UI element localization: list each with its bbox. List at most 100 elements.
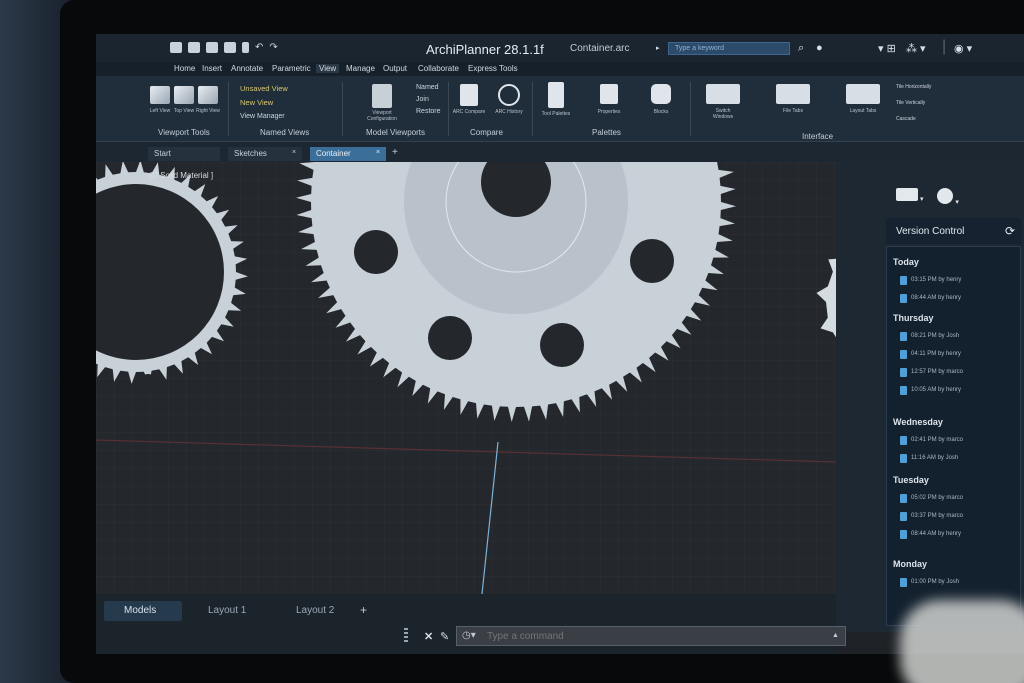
caret-right-icon[interactable]: ▸ — [656, 44, 660, 52]
cart-icon[interactable]: ▾ ⊞ — [878, 42, 896, 55]
file-name: Container.arc — [570, 43, 630, 54]
command-history-icon[interactable]: ▲ — [832, 632, 839, 639]
search-input[interactable]: Type a keyword — [668, 42, 790, 55]
layout-tab-layout-2[interactable]: Layout 2 — [282, 601, 362, 621]
foreground-cup — [900, 600, 1024, 683]
small-gear-hole — [140, 374, 156, 390]
switch-windows-button[interactable] — [706, 84, 740, 104]
tab-home[interactable]: Home — [174, 64, 195, 73]
left-view-button[interactable] — [150, 86, 170, 104]
tab-start[interactable]: Start — [148, 147, 220, 161]
add-layout-icon[interactable]: + — [360, 603, 367, 617]
tab-express-tools[interactable]: Express Tools — [468, 64, 518, 73]
new-file-icon[interactable] — [170, 42, 182, 53]
view-manager-item[interactable]: View Manager — [240, 113, 285, 120]
version-entry[interactable]: 02:41 PM by marco — [899, 436, 963, 445]
visual-style-label[interactable]: [D Solid Material ] — [150, 171, 213, 180]
open-file-icon[interactable] — [188, 42, 200, 53]
large-gear-hole — [540, 323, 584, 367]
history-clock-icon[interactable] — [498, 84, 520, 106]
layout-tabs-button[interactable] — [846, 84, 880, 104]
title-bar: ↶ ↷ ArchiPlanner 28.1.1f Container.arc ▸… — [96, 34, 1024, 62]
undo-icon[interactable]: ↶ — [255, 42, 263, 53]
version-entry[interactable]: 12:57 PM by marco — [899, 368, 963, 377]
layers-icon[interactable]: ▾ — [896, 188, 923, 209]
large-gear-hole — [428, 316, 472, 360]
tab-annotate[interactable]: Annotate — [231, 64, 263, 73]
tab-manage[interactable]: Manage — [346, 64, 375, 73]
version-control-panel: ▾ ▾ Version Control ⟳ Today 03:15 PM by … — [836, 162, 1024, 632]
day-heading: Wednesday — [893, 417, 943, 427]
customize-icon[interactable]: ✎ — [440, 630, 449, 643]
restore-item[interactable]: Restore — [416, 108, 441, 115]
small-gear-hole — [178, 294, 194, 310]
version-entry[interactable]: 08:44 AM by henry — [899, 530, 961, 539]
search-icon[interactable]: ⌕ — [798, 42, 804, 55]
right-view-label: Right View — [196, 108, 220, 114]
tab-container[interactable]: Container — [310, 147, 386, 161]
tab-view[interactable]: View — [316, 64, 340, 73]
version-entry[interactable]: 11:16 AM by Josh — [899, 454, 958, 463]
network-icon[interactable]: ⁂ ▾ — [906, 42, 926, 55]
tab-insert[interactable]: Insert — [202, 64, 222, 73]
version-entry[interactable]: 08:44 AM by henry — [899, 294, 961, 303]
close-tab-icon[interactable]: × — [292, 149, 296, 156]
day-heading: Tuesday — [893, 475, 929, 485]
named-item[interactable]: Named — [416, 84, 439, 91]
version-entry[interactable]: 10:05 AM by henry — [899, 386, 961, 395]
properties-button[interactable] — [600, 84, 618, 104]
day-heading: Thursday — [893, 313, 934, 323]
viewport-configuration-button[interactable] — [372, 84, 392, 108]
save-icon[interactable] — [206, 42, 218, 53]
panel-toolbar: ▾ ▾ — [896, 188, 959, 209]
account-icon[interactable]: ▾ — [937, 188, 959, 209]
recent-commands-icon[interactable]: ◷▾ — [462, 630, 476, 641]
version-entry[interactable]: 04:11 PM by henry — [900, 350, 961, 359]
tab-sketches[interactable]: Sketches — [228, 147, 302, 161]
version-entry[interactable]: 05:02 PM by marco — [899, 494, 963, 503]
drawing-canvas[interactable]: [D Solid Material ] — [96, 162, 836, 594]
version-entry[interactable]: 03:15 PM by henry — [899, 276, 961, 285]
tile-vertically-item[interactable]: Tile Vertically — [896, 100, 925, 106]
share-icon[interactable] — [242, 42, 249, 53]
close-tab-icon[interactable]: × — [376, 149, 380, 156]
tool-palettes-button[interactable] — [548, 82, 564, 108]
help-icon[interactable]: ◉ ▾ — [954, 42, 972, 55]
file-tabs-button[interactable] — [776, 84, 810, 104]
tab-collaborate[interactable]: Collaborate — [418, 64, 459, 73]
command-line-grip[interactable] — [404, 628, 408, 644]
unsaved-view-item[interactable]: Unsaved View — [240, 84, 288, 93]
version-entry[interactable]: 01:00 PM by Josh — [899, 578, 959, 587]
version-entry[interactable]: 08:21 PM by Josh — [899, 332, 959, 341]
compare-label: Compare — [470, 128, 503, 137]
small-gear-hole — [178, 230, 194, 246]
refresh-icon[interactable]: ⟳ — [1005, 224, 1015, 238]
viewport-configuration-label: Viewport Configuration — [367, 110, 397, 122]
user-icon[interactable]: ● — [816, 42, 823, 54]
ribbon-tabs: Home Insert Annotate Parametric View Man… — [96, 62, 1024, 76]
close-command-icon[interactable]: ✕ — [424, 630, 433, 643]
version-control-title: Version Control — [896, 226, 965, 237]
command-input[interactable] — [456, 626, 846, 646]
tab-output[interactable]: Output — [383, 64, 407, 73]
new-view-item[interactable]: New View — [240, 98, 273, 107]
viewport-tools-label: Viewport Tools — [158, 128, 210, 137]
print-icon[interactable] — [224, 42, 236, 53]
top-view-button[interactable] — [174, 86, 194, 104]
tile-horizontally-item[interactable]: Tile Horizontally — [896, 84, 931, 90]
app-title: ArchiPlanner 28.1.1f — [426, 42, 544, 57]
layout-tab-models[interactable]: Models — [104, 601, 182, 621]
version-list: Today 03:15 PM by henry 08:44 AM by henr… — [886, 246, 1021, 626]
add-tab-icon[interactable]: + — [392, 147, 398, 158]
layout-tab-layout-1[interactable]: Layout 1 — [196, 601, 276, 621]
version-entry[interactable]: 03:37 PM by marco — [899, 512, 963, 521]
file-tabs-label: File Tabs — [783, 108, 803, 114]
redo-icon[interactable]: ↷ — [269, 42, 277, 53]
cascade-item[interactable]: Cascade — [896, 116, 916, 122]
quick-access-toolbar: ↶ ↷ — [170, 42, 278, 53]
right-view-button[interactable] — [198, 86, 218, 104]
arc-compare-button[interactable] — [460, 84, 478, 106]
tab-parametric[interactable]: Parametric — [272, 64, 311, 73]
blocks-button[interactable] — [651, 84, 671, 104]
join-item[interactable]: Join — [416, 96, 429, 103]
